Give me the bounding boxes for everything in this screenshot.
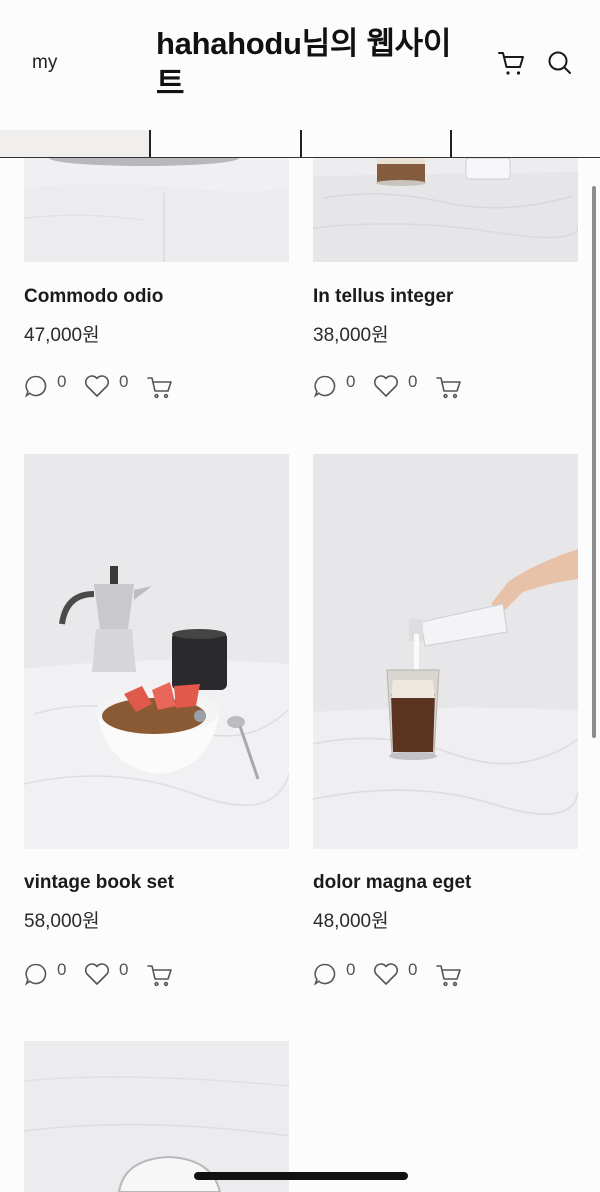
tab-divider	[300, 130, 302, 157]
product-card[interactable]: vintage book set 58,000원 0 0	[24, 454, 289, 994]
product-price: 47,000원	[24, 325, 100, 346]
like-count: 0	[408, 372, 418, 391]
comment-count: 0	[346, 372, 356, 391]
product-image[interactable]	[24, 158, 289, 262]
product-price: 38,000원	[313, 325, 389, 346]
tab-divider	[450, 130, 452, 157]
product-name[interactable]: Commodo odio	[24, 286, 163, 308]
category-tabs	[0, 130, 600, 158]
product-grid: Commodo odio 47,000원 0 0 In tellus integ…	[0, 158, 600, 1192]
product-card[interactable]: dolor magna eget 48,000원 0 0	[313, 454, 578, 994]
product-price: 48,000원	[313, 911, 389, 932]
product-price: 58,000원	[24, 911, 100, 932]
site-header: my hahahodu님의 웹사이트	[0, 0, 600, 130]
tab-divider	[149, 130, 151, 157]
product-image[interactable]	[313, 158, 578, 262]
product-actions: 0 0	[24, 960, 289, 993]
heart-icon[interactable]	[84, 374, 110, 403]
scrollbar[interactable]	[592, 186, 596, 738]
like-count: 0	[119, 372, 129, 391]
product-card[interactable]	[24, 1041, 289, 1192]
product-card[interactable]: Commodo odio 47,000원 0 0	[24, 158, 289, 408]
product-name[interactable]: dolor magna eget	[313, 872, 471, 894]
heart-icon[interactable]	[84, 962, 110, 991]
site-title[interactable]: hahahodu님의 웹사이트	[156, 24, 456, 104]
comment-count: 0	[57, 372, 67, 391]
product-actions: 0 0	[24, 372, 289, 405]
category-tab-4[interactable]	[452, 130, 600, 157]
cart-icon[interactable]	[146, 374, 174, 405]
product-actions: 0 0	[313, 372, 578, 405]
like-count: 0	[408, 960, 418, 979]
product-name[interactable]: vintage book set	[24, 872, 174, 894]
product-name[interactable]: In tellus integer	[313, 286, 453, 308]
category-tab-2[interactable]	[151, 130, 300, 157]
category-tab-1[interactable]	[0, 130, 150, 157]
search-icon[interactable]	[545, 48, 575, 78]
product-image[interactable]	[24, 454, 289, 849]
heart-icon[interactable]	[373, 374, 399, 403]
heart-icon[interactable]	[373, 962, 399, 991]
product-actions: 0 0	[313, 960, 578, 993]
comment-count: 0	[57, 960, 67, 979]
cart-icon[interactable]	[146, 962, 174, 993]
comment-icon[interactable]	[313, 962, 337, 991]
comment-icon[interactable]	[24, 374, 48, 403]
cart-icon[interactable]	[497, 48, 527, 78]
product-card[interactable]: In tellus integer 38,000원 0 0	[313, 158, 578, 408]
home-indicator[interactable]	[194, 1172, 408, 1180]
cart-icon[interactable]	[435, 962, 463, 993]
category-tab-3[interactable]	[302, 130, 451, 157]
comment-count: 0	[346, 960, 356, 979]
product-image[interactable]	[313, 454, 578, 849]
cart-icon[interactable]	[435, 374, 463, 405]
comment-icon[interactable]	[24, 962, 48, 991]
product-image[interactable]	[24, 1041, 289, 1192]
like-count: 0	[119, 960, 129, 979]
comment-icon[interactable]	[313, 374, 337, 403]
my-link[interactable]: my	[32, 52, 57, 74]
